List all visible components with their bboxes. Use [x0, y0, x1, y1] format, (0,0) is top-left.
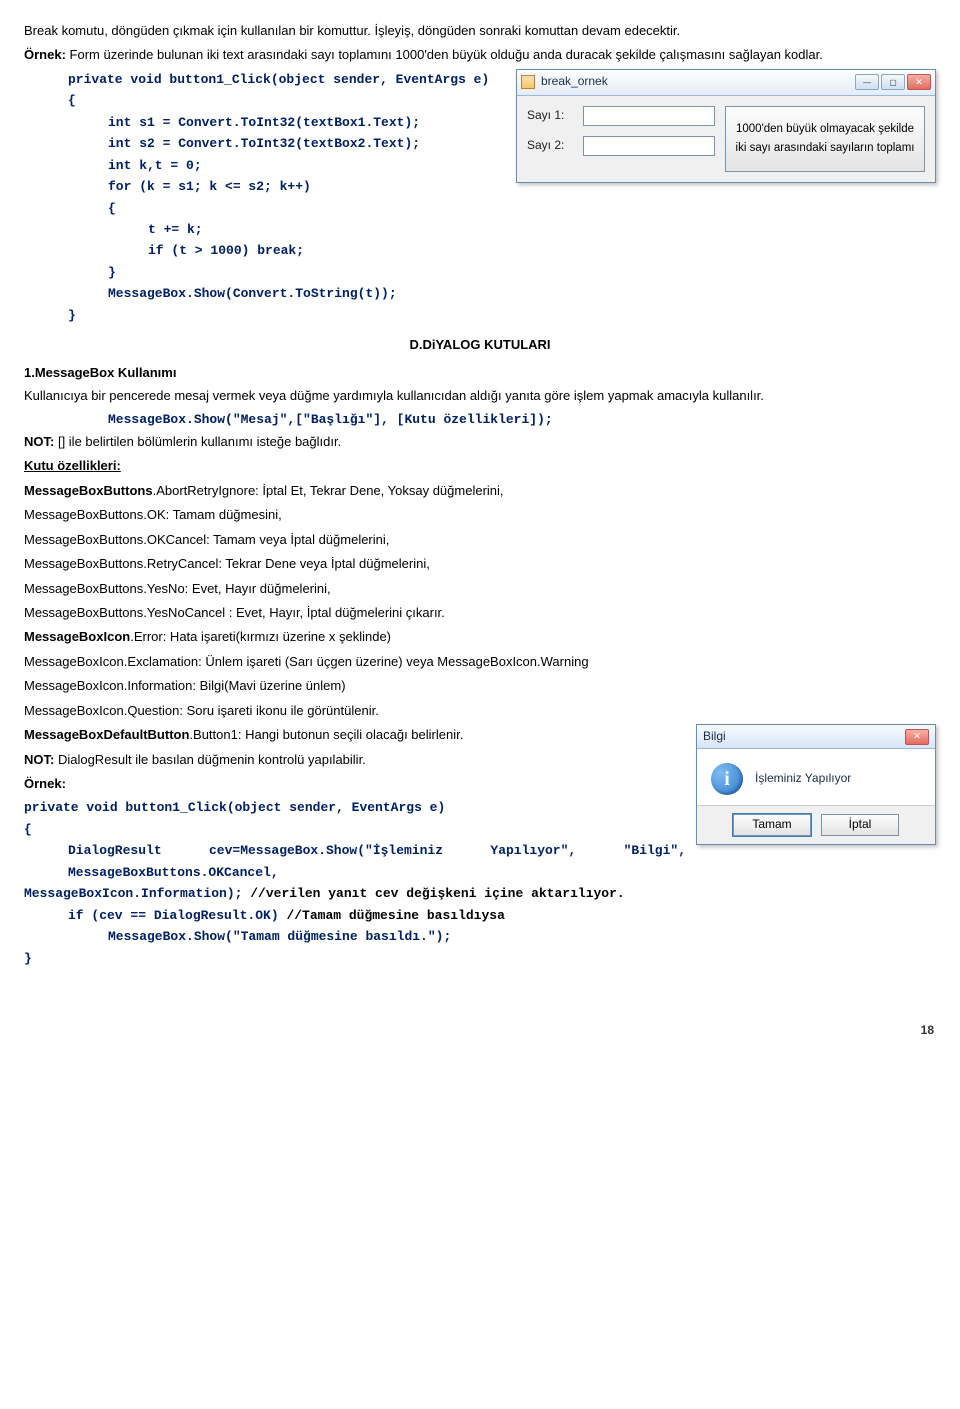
not-label: NOT:: [24, 434, 54, 449]
opt-desc: .Button1: Hangi butonun seçili olacağı b…: [189, 727, 463, 742]
code-block-a-wrap: break_ornek — ▢ ✕ Sayı 1: Sayı 2: 1000'd…: [24, 69, 936, 326]
not-text: DialogResult ile basılan düğmenin kontro…: [54, 752, 365, 767]
icon-question: MessageBoxIcon.Question: Soru işareti ik…: [24, 700, 936, 721]
opt-key: MessageBoxDefaultButton: [24, 727, 189, 742]
icon-exclamation: MessageBoxIcon.Exclamation: Ünlem işaret…: [24, 651, 936, 672]
information-icon: i: [711, 763, 743, 795]
intro-example: Örnek: Form üzerinde bulunan iki text ar…: [24, 44, 936, 65]
code-frag: if (cev == DialogResult.OK): [68, 908, 279, 923]
code-line: }: [24, 262, 936, 283]
opt-retrycancel: MessageBoxButtons.RetryCancel: Tekrar De…: [24, 553, 936, 574]
bilgi-buttons: Tamam İptal: [697, 805, 935, 844]
code-line: {: [24, 198, 936, 219]
opt-yesno: MessageBoxButtons.YesNo: Evet, Hayır düğ…: [24, 578, 936, 599]
code-line: if (cev == DialogResult.OK) //Tamam düğm…: [24, 905, 936, 926]
not-1: NOT: [] ile belirtilen bölümlerin kullan…: [24, 431, 936, 452]
bilgi-body: i İşleminiz Yapılıyor: [697, 749, 935, 805]
input-sayi2[interactable]: [583, 136, 715, 156]
maximize-button[interactable]: ▢: [881, 74, 905, 90]
break-ornek-window: break_ornek — ▢ ✕ Sayı 1: Sayı 2: 1000'd…: [516, 69, 936, 183]
example-label: Örnek:: [24, 47, 66, 62]
bilgi-message: İşleminiz Yapılıyor: [755, 769, 851, 789]
mb-p1: Kullanıcıya bir pencerede mesaj vermek v…: [24, 385, 936, 406]
props-heading: Kutu özellikleri:: [24, 455, 936, 476]
icon-information: MessageBoxIcon.Information: Bilgi(Mavi ü…: [24, 675, 936, 696]
opt-key: MessageBoxIcon: [24, 629, 130, 644]
input-sayi1[interactable]: [583, 106, 715, 126]
bilgi-title: Bilgi: [703, 727, 905, 747]
form-right: 1000'den büyük olmayacak şekilde iki say…: [725, 106, 925, 172]
opt-abortretryignore: MessageBoxButtons.AbortRetryIgnore: İpta…: [24, 480, 936, 501]
opt-ok: MessageBoxButtons.OK: Tamam düğmesini,: [24, 504, 936, 525]
code-frag: DialogResult cev=MessageBox.Show("İşlemi…: [68, 843, 686, 879]
code-frag: MessageBoxIcon.Information);: [24, 886, 242, 901]
code-line: MessageBox.Show(Convert.ToString(t));: [24, 283, 936, 304]
window-body: Sayı 1: Sayı 2: 1000'den büyük olmayacak…: [517, 96, 935, 182]
close-button[interactable]: ✕: [907, 74, 931, 90]
opt-yesnocancel: MessageBoxButtons.YesNoCancel : Evet, Ha…: [24, 602, 936, 623]
code-line: DialogResult cev=MessageBox.Show("İşlemi…: [24, 840, 936, 883]
sub-heading-1: 1.MessageBox Kullanımı: [24, 362, 936, 383]
opt-okcancel: MessageBoxButtons.OKCancel: Tamam veya İ…: [24, 529, 936, 550]
compute-button[interactable]: 1000'den büyük olmayacak şekilde iki say…: [725, 106, 925, 172]
titlebar: break_ornek — ▢ ✕: [517, 70, 935, 96]
not-label: NOT:: [24, 752, 54, 767]
minimize-button[interactable]: —: [855, 74, 879, 90]
row-sayi1: Sayı 1:: [527, 106, 715, 126]
code-line: if (t > 1000) break;: [24, 240, 936, 261]
bilgi-dialog: Bilgi ✕ i İşleminiz Yapılıyor Tamam İpta…: [696, 724, 936, 845]
cancel-button[interactable]: İptal: [821, 814, 899, 836]
intro-p1: Break komutu, döngüden çıkmak için kulla…: [24, 20, 936, 41]
page-number: 18: [24, 1021, 936, 1041]
code-line: }: [24, 305, 936, 326]
bilgi-titlebar: Bilgi ✕: [697, 725, 935, 749]
label-sayi1: Sayı 1:: [527, 106, 577, 126]
code-line: MessageBox.Show("Tamam düğmesine basıldı…: [24, 926, 936, 947]
not-text: [] ile belirtilen bölümlerin kullanımı i…: [54, 434, 341, 449]
opt-desc: .AbortRetryIgnore: İptal Et, Tekrar Dene…: [153, 483, 504, 498]
code-comment: //Tamam düğmesine basıldıysa: [279, 908, 505, 923]
example-text: Form üzerinde bulunan iki text arasındak…: [66, 47, 823, 62]
form-left: Sayı 1: Sayı 2:: [527, 106, 715, 172]
icon-error: MessageBoxIcon.Error: Hata işareti(kırmı…: [24, 626, 936, 647]
code-line: }: [24, 948, 936, 969]
ok-button[interactable]: Tamam: [733, 814, 811, 836]
code-line: t += k;: [24, 219, 936, 240]
section-heading-d: D.DiYALOG KUTULARI: [24, 334, 936, 355]
label-sayi2: Sayı 2:: [527, 136, 577, 156]
opt-key: MessageBoxButtons: [24, 483, 153, 498]
opt-desc: .Error: Hata işareti(kırmızı üzerine x ş…: [130, 629, 391, 644]
row-sayi2: Sayı 2:: [527, 136, 715, 156]
bilgi-section: Bilgi ✕ i İşleminiz Yapılıyor Tamam İpta…: [24, 724, 936, 969]
code-comment: //verilen yanıt cev değişkeni içine akta…: [242, 886, 624, 901]
window-title: break_ornek: [541, 72, 855, 92]
window-buttons: — ▢ ✕: [855, 74, 931, 90]
code-line: MessageBoxIcon.Information); //verilen y…: [24, 883, 936, 904]
mb-show-signature: MessageBox.Show("Mesaj",["Başlığı"], [Ku…: [24, 409, 936, 430]
app-icon: [521, 75, 535, 89]
bilgi-close-button[interactable]: ✕: [905, 729, 929, 745]
